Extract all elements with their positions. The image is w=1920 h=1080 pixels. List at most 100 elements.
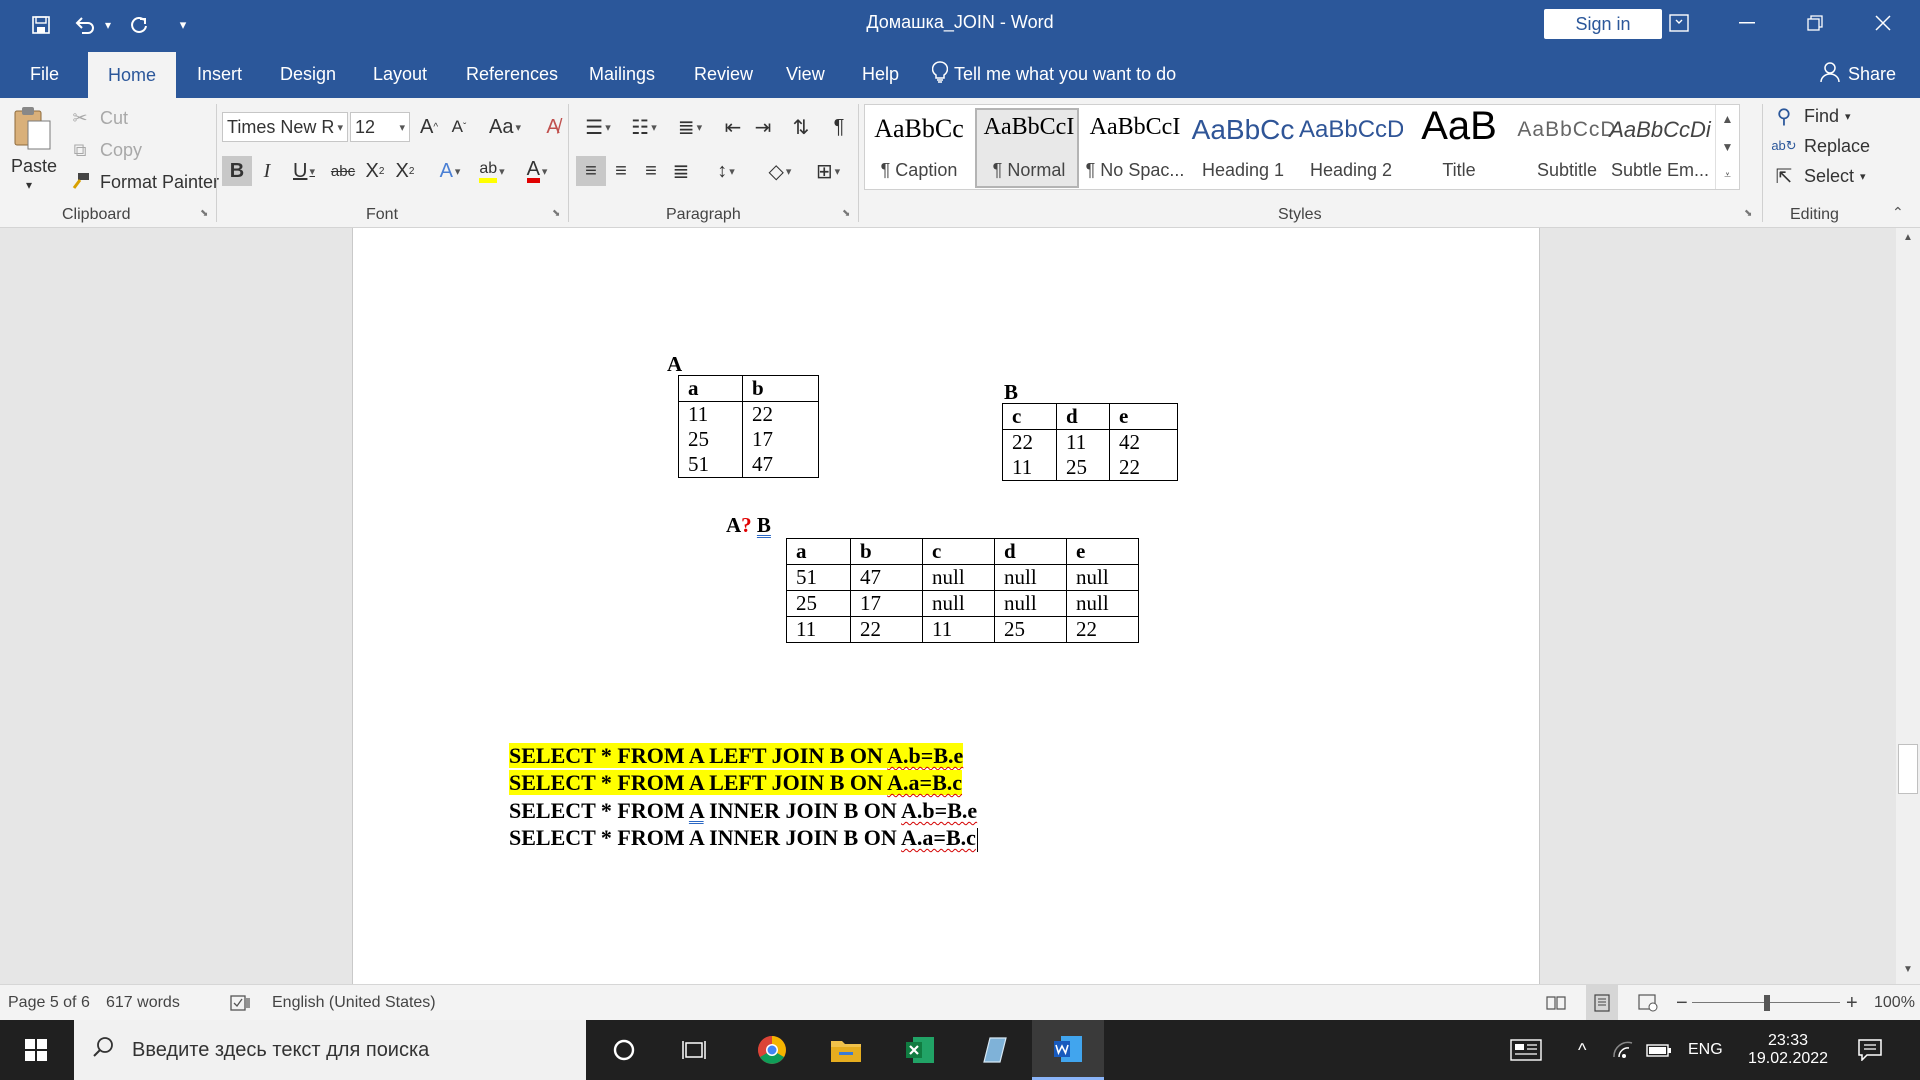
print-layout-icon[interactable] xyxy=(1586,985,1618,1021)
font-size-box[interactable]: 12 ▾ xyxy=(350,112,410,142)
scroll-down-icon[interactable]: ▼ xyxy=(1896,964,1920,980)
style-subtle-emphasis[interactable]: AaBbCcDi Subtle Em... xyxy=(1607,108,1713,188)
clear-formatting-icon[interactable]: A̸ xyxy=(538,112,568,142)
change-case-icon[interactable]: Aa xyxy=(484,112,526,142)
proofing-icon[interactable] xyxy=(230,985,252,1021)
chrome-icon[interactable] xyxy=(736,1020,808,1080)
news-widget-icon[interactable] xyxy=(1510,1020,1542,1080)
tab-insert[interactable]: Insert xyxy=(197,50,242,98)
gallery-more-icon[interactable]: ⩡ xyxy=(1715,161,1739,189)
clock[interactable]: 23:33 19.02.2022 xyxy=(1740,1020,1836,1080)
customize-icon[interactable]: ▾ xyxy=(168,10,198,40)
scrollbar-thumb[interactable] xyxy=(1898,744,1918,794)
ribbon-display-icon[interactable] xyxy=(1650,0,1708,46)
close-icon[interactable] xyxy=(1854,0,1912,46)
multilevel-list-icon[interactable]: ≣ xyxy=(668,112,712,142)
bullets-icon[interactable]: ☰ xyxy=(576,112,620,142)
restore-icon[interactable] xyxy=(1786,0,1844,46)
paragraph-launcher-icon[interactable]: ⬊ xyxy=(842,208,850,219)
align-left-icon[interactable]: ≡ xyxy=(576,156,606,186)
cortana-icon[interactable] xyxy=(588,1020,660,1080)
underline-icon[interactable]: U xyxy=(284,156,324,186)
styles-launcher-icon[interactable]: ⬊ xyxy=(1744,208,1752,219)
tab-references[interactable]: References xyxy=(466,50,558,98)
show-formatting-icon[interactable]: ¶ xyxy=(824,112,854,142)
tab-view[interactable]: View xyxy=(786,50,825,98)
text-effects-icon[interactable]: A xyxy=(430,156,470,186)
superscript-icon[interactable]: X2 xyxy=(390,156,420,186)
redo-icon[interactable] xyxy=(124,10,154,40)
word-taskbar-icon[interactable] xyxy=(1032,1020,1104,1080)
numbering-icon[interactable]: ☷ xyxy=(622,112,666,142)
subscript-icon[interactable]: X2 xyxy=(360,156,390,186)
italic-icon[interactable]: I xyxy=(252,156,282,186)
web-layout-icon[interactable] xyxy=(1638,985,1658,1021)
language-indicator[interactable]: English (United States) xyxy=(272,985,436,1021)
share-button[interactable]: Share xyxy=(1820,50,1896,98)
tab-help[interactable]: Help xyxy=(862,50,899,98)
font-color-icon[interactable]: A xyxy=(516,156,558,186)
windows-start-icon[interactable] xyxy=(0,1020,72,1080)
font-launcher-icon[interactable]: ⬊ xyxy=(552,208,560,219)
task-view-icon[interactable] xyxy=(658,1020,730,1080)
style-subtitle[interactable]: AaBbCcD Subtitle xyxy=(1515,108,1619,188)
tab-home[interactable]: Home xyxy=(88,52,176,98)
vertical-scrollbar[interactable]: ▲ ▼ xyxy=(1896,228,1920,984)
shading-icon[interactable]: ◇ xyxy=(758,156,802,186)
page-indicator[interactable]: Page 5 of 6 xyxy=(8,985,90,1021)
undo-icon[interactable] xyxy=(70,10,100,40)
style-caption[interactable]: AaBbCc ¶ Caption xyxy=(867,108,971,188)
style-title[interactable]: AaB Title xyxy=(1407,104,1511,188)
style-no-spacing[interactable]: AaBbCcI ¶ No Spac... xyxy=(1083,108,1187,188)
borders-icon[interactable]: ⊞ xyxy=(806,156,850,186)
collapse-ribbon-icon[interactable]: ⌃ xyxy=(1892,204,1904,221)
read-mode-icon[interactable] xyxy=(1546,985,1566,1021)
sign-in-button[interactable]: Sign in xyxy=(1544,9,1662,39)
battery-icon[interactable] xyxy=(1646,1020,1672,1080)
tab-layout[interactable]: Layout xyxy=(373,50,427,98)
highlight-color-icon[interactable]: ab xyxy=(472,156,512,186)
notifications-icon[interactable] xyxy=(1858,1020,1882,1080)
style-normal[interactable]: AaBbCcI ¶ Normal xyxy=(975,108,1079,188)
zoom-level[interactable]: 100% xyxy=(1874,985,1915,1021)
grow-font-icon[interactable]: A ^ xyxy=(414,112,444,142)
zoom-out-icon[interactable]: − xyxy=(1676,985,1688,1021)
sort-icon[interactable]: ⇅ xyxy=(786,112,816,142)
select-button[interactable]: ⇱ Select ▾ xyxy=(1770,162,1866,190)
scroll-up-icon[interactable]: ▲ xyxy=(1896,232,1920,248)
clipboard-launcher-icon[interactable]: ⬊ xyxy=(200,208,208,219)
wifi-icon[interactable] xyxy=(1612,1020,1634,1080)
input-language[interactable]: ENG xyxy=(1688,1020,1723,1080)
zoom-in-icon[interactable]: + xyxy=(1846,985,1858,1021)
tab-design[interactable]: Design xyxy=(280,50,336,98)
tab-file[interactable]: File xyxy=(30,50,59,98)
bold-icon[interactable]: B xyxy=(222,156,252,186)
cut-button[interactable]: ✂ Cut xyxy=(66,104,128,132)
taskbar-search[interactable]: Введите здесь текст для поиска xyxy=(74,1020,586,1080)
line-spacing-icon[interactable]: ↕ xyxy=(704,156,748,186)
tray-overflow-icon[interactable]: ^ xyxy=(1578,1020,1586,1080)
paste-icon[interactable] xyxy=(12,104,56,152)
zoom-slider[interactable] xyxy=(1692,985,1840,1021)
notes-app-icon[interactable] xyxy=(958,1020,1030,1080)
align-right-icon[interactable]: ≡ xyxy=(636,156,666,186)
word-count[interactable]: 617 words xyxy=(106,985,180,1021)
save-icon[interactable] xyxy=(26,10,56,40)
tab-mailings[interactable]: Mailings xyxy=(589,50,655,98)
paste-button[interactable]: Paste xyxy=(11,154,57,178)
style-heading-1[interactable]: AaBbCc Heading 1 xyxy=(1191,108,1295,188)
shrink-font-icon[interactable]: Aˇ xyxy=(444,112,474,142)
tell-me-search[interactable]: Tell me what you want to do xyxy=(931,50,1176,98)
zoom-slider-thumb[interactable] xyxy=(1764,995,1770,1011)
align-center-icon[interactable]: ≡ xyxy=(606,156,636,186)
undo-dropdown-icon[interactable]: ▾ xyxy=(100,10,116,40)
replace-button[interactable]: ab↻ Replace xyxy=(1770,132,1870,160)
find-button[interactable]: ⚲ Find ▾ xyxy=(1770,102,1851,130)
copy-button[interactable]: ⧉ Copy xyxy=(66,136,142,164)
increase-indent-icon[interactable]: ⇥ xyxy=(748,112,778,142)
gallery-down-icon[interactable]: ▼ xyxy=(1715,133,1739,161)
style-heading-2[interactable]: AaBbCcD Heading 2 xyxy=(1299,108,1403,188)
font-name-box[interactable]: Times New R ▾ xyxy=(222,112,348,142)
justify-icon[interactable]: ≣ xyxy=(666,156,696,186)
file-explorer-icon[interactable] xyxy=(810,1020,882,1080)
